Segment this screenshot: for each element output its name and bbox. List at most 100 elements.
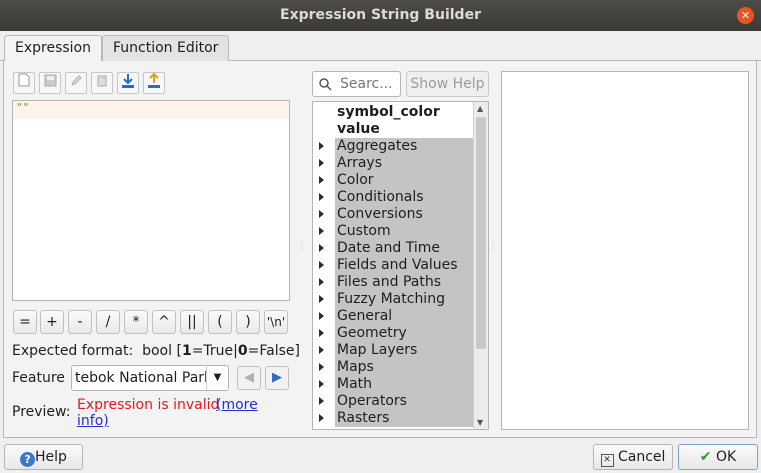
expected-format-false: =False] (247, 343, 300, 359)
expand-arrow-icon[interactable] (319, 227, 324, 235)
help-icon: ? (20, 452, 36, 467)
triangle-right-icon: ▶ (272, 370, 282, 385)
preview-error: Expression is invalid (77, 397, 220, 413)
tree-item-field[interactable]: value (337, 121, 380, 138)
expected-format-one: 1 (181, 343, 192, 359)
chevron-down-icon[interactable]: ▼ (206, 366, 228, 390)
expand-arrow-icon[interactable] (319, 414, 324, 422)
next-feature-button[interactable]: ▶ (265, 366, 289, 390)
feature-combo[interactable]: tebok National Park ▼ (71, 365, 229, 391)
window-titlebar: Expression String Builder ✕ (0, 0, 761, 31)
operator-newline-button[interactable]: '\n' (264, 310, 288, 334)
tree-group-operators[interactable]: Operators (335, 393, 474, 410)
ok-button[interactable]: ✔ OK (678, 444, 758, 470)
operator-power-button[interactable]: ^ (152, 310, 176, 334)
operator-minus-button[interactable]: - (68, 310, 92, 334)
tree-group-custom[interactable]: Custom (335, 223, 474, 240)
expand-arrow-icon[interactable] (319, 142, 324, 150)
operator-plus-button[interactable]: + (40, 310, 64, 334)
expected-format-zero: 0 (237, 343, 248, 359)
search-input[interactable]: Searc... (312, 71, 401, 97)
expand-arrow-icon[interactable] (319, 159, 324, 167)
expand-arrow-icon[interactable] (319, 312, 324, 320)
tree-group-arrays[interactable]: Arrays (335, 155, 474, 172)
expand-arrow-icon[interactable] (319, 295, 324, 303)
ok-button-label: OK (715, 449, 737, 465)
more-info-link-part2[interactable]: info) (77, 413, 109, 429)
tree-group-conditionals[interactable]: Conditionals (335, 189, 474, 206)
tab-expression[interactable]: Expression (4, 35, 102, 63)
tree-item-field[interactable]: symbol_color (337, 104, 440, 121)
tree-group-fuzzy-matching[interactable]: Fuzzy Matching (335, 291, 474, 308)
window-title: Expression String Builder (280, 7, 481, 23)
preview-label: Preview: (12, 404, 71, 420)
feature-label: Feature (12, 370, 65, 386)
tree-group-math[interactable]: Math (335, 376, 474, 393)
splitter-handle[interactable]: ⋮ (298, 242, 306, 250)
tree-group-files-and-paths[interactable]: Files and Paths (335, 274, 474, 291)
tree-group-maps[interactable]: Maps (335, 359, 474, 376)
close-button[interactable]: ✕ (737, 7, 754, 24)
operator-concat-button[interactable]: || (180, 310, 204, 334)
expected-format-true: =True| (191, 343, 238, 359)
tab-function-editor[interactable]: Function Editor (102, 35, 230, 62)
expression-editor[interactable]: "" (12, 100, 290, 301)
new-file-icon[interactable] (13, 72, 35, 94)
tree-group-conversions[interactable]: Conversions (335, 206, 474, 223)
scrollbar-thumb[interactable] (476, 117, 486, 349)
tree-group-geometry[interactable]: Geometry (335, 325, 474, 342)
expected-format-prefix: bool [ (142, 343, 182, 359)
operator-multiply-button[interactable]: * (124, 310, 148, 334)
cancel-button-label: Cancel (618, 449, 666, 465)
export-icon[interactable] (143, 72, 165, 94)
help-button-label: Help (35, 449, 67, 465)
tree-group-aggregates[interactable]: Aggregates (335, 138, 474, 155)
cancel-button[interactable]: ✕ Cancel (593, 444, 673, 470)
expand-arrow-icon[interactable] (319, 278, 324, 286)
expected-format: Expected format: bool [1=True|0=False] (12, 343, 300, 359)
tree-scrollbar[interactable]: ▲ ▼ (473, 102, 488, 429)
save-icon[interactable] (39, 72, 61, 94)
checkmark-icon: ✔ (699, 449, 712, 465)
editor-line: "" (13, 101, 289, 119)
import-icon[interactable] (117, 72, 139, 94)
scroll-up-icon[interactable]: ▲ (477, 104, 483, 113)
help-button[interactable]: ? Help (4, 444, 83, 470)
expected-format-label: Expected format: (12, 343, 134, 359)
expand-arrow-icon[interactable] (319, 346, 324, 354)
tree-group-date-and-time[interactable]: Date and Time (335, 240, 474, 257)
tree-group-map-layers[interactable]: Map Layers (335, 342, 474, 359)
operator-equals-button[interactable]: = (13, 310, 37, 334)
cancel-icon: ✕ (600, 454, 614, 467)
previous-feature-button[interactable]: ◀ (237, 366, 261, 390)
expand-arrow-icon[interactable] (319, 329, 324, 337)
expand-arrow-icon[interactable] (319, 193, 324, 201)
tree-group-rasters[interactable]: Rasters (335, 410, 474, 427)
expand-arrow-icon[interactable] (319, 176, 324, 184)
operator-open-paren-button[interactable]: ( (208, 310, 232, 334)
expand-arrow-icon[interactable] (319, 380, 324, 388)
search-placeholder: Searc... (340, 76, 393, 92)
help-pane (501, 71, 749, 430)
expand-arrow-icon[interactable] (319, 397, 324, 405)
more-info-link-part1[interactable]: (more (216, 397, 258, 413)
operator-close-paren-button[interactable]: ) (236, 310, 260, 334)
search-icon (319, 78, 332, 91)
expand-arrow-icon[interactable] (319, 363, 324, 371)
tree-group-fields-and-values[interactable]: Fields and Values (335, 257, 474, 274)
delete-icon[interactable] (91, 72, 113, 94)
triangle-left-icon: ◀ (244, 370, 254, 385)
splitter-handle[interactable]: ⋮ (489, 242, 497, 250)
feature-value: tebok National Park (75, 370, 213, 386)
tree-group-color[interactable]: Color (335, 172, 474, 189)
expand-arrow-icon[interactable] (319, 244, 324, 252)
tab-bar: Expression Function Editor (0, 31, 761, 63)
show-help-button[interactable]: Show Help (406, 71, 489, 97)
operator-divide-button[interactable]: / (96, 310, 120, 334)
scroll-down-icon[interactable]: ▼ (477, 418, 483, 427)
tree-group-general[interactable]: General (335, 308, 474, 325)
expand-arrow-icon[interactable] (319, 210, 324, 218)
function-tree[interactable]: symbol_color value Aggregates Arrays Col… (312, 101, 489, 430)
edit-icon[interactable] (65, 72, 87, 94)
expand-arrow-icon[interactable] (319, 261, 324, 269)
